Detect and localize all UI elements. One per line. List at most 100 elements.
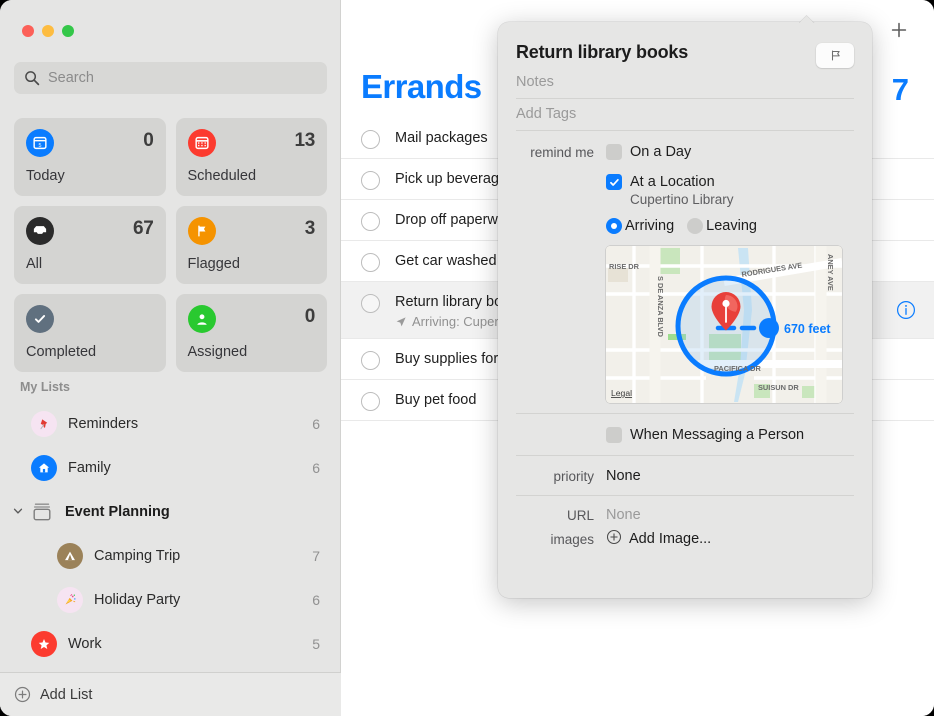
radio-arriving-label: Arriving xyxy=(625,218,675,234)
minimize-window-button[interactable] xyxy=(42,25,54,37)
smart-list-count: 0 xyxy=(143,130,154,151)
add-list-label: Add List xyxy=(40,686,93,703)
search-field-container[interactable] xyxy=(14,62,327,94)
location-value[interactable]: Cupertino Library xyxy=(630,192,854,207)
sidebar-item-work[interactable]: Work 5 xyxy=(0,622,340,666)
smart-list-label: Completed xyxy=(26,344,97,360)
at-a-location-row[interactable]: At a Location xyxy=(606,174,854,190)
flag-icon xyxy=(187,217,216,245)
priority-label: priority xyxy=(553,469,594,484)
priority-section[interactable]: priority None xyxy=(516,456,854,496)
sidebar-item-family[interactable]: Family 6 xyxy=(0,446,340,490)
sidebar-item-reminders[interactable]: Reminders 6 xyxy=(0,402,340,446)
info-circle-icon[interactable] xyxy=(896,300,916,320)
on-a-day-checkbox[interactable] xyxy=(606,144,622,160)
smart-list-count: 3 xyxy=(304,218,316,239)
smart-list-label: Today xyxy=(26,168,65,184)
at-a-location-checkbox[interactable] xyxy=(606,174,622,190)
remind-me-label: remind me xyxy=(530,145,594,160)
popover-pointer xyxy=(799,15,815,23)
star-icon xyxy=(31,631,57,657)
person-icon xyxy=(187,305,216,333)
trigger-radio-group: Arriving Leaving xyxy=(606,218,854,234)
tent-icon xyxy=(57,543,83,569)
today-calendar-icon: 5 xyxy=(26,129,54,157)
complete-circle-checkbox[interactable] xyxy=(361,351,380,370)
smart-list-assigned[interactable]: 0 Assigned xyxy=(175,294,327,372)
pushpin-emoji-icon xyxy=(31,411,57,437)
smart-list-flagged[interactable]: 3 Flagged xyxy=(175,206,327,284)
search-icon xyxy=(24,70,40,86)
popover-title: Return library books xyxy=(516,42,689,62)
when-messaging-section: When Messaging a Person xyxy=(516,414,854,456)
add-list-button[interactable]: Add List xyxy=(0,672,341,716)
location-map[interactable]: RISE DR RODRIGUES AVE PACIFICA DR SUISUN… xyxy=(606,246,842,403)
page-item-count: 7 xyxy=(891,72,909,107)
smart-list-count: 0 xyxy=(304,306,316,327)
smart-list-count: 67 xyxy=(132,218,154,239)
inbox-tray-icon xyxy=(26,217,54,245)
complete-circle-checkbox[interactable] xyxy=(361,294,380,313)
priority-value[interactable]: None xyxy=(606,468,641,484)
sidebar-item-label: Holiday Party xyxy=(94,592,181,608)
smart-list-scheduled[interactable]: 13 Scheduled xyxy=(175,118,327,196)
my-lists-header: My Lists xyxy=(20,380,71,394)
radio-arriving[interactable]: Arriving xyxy=(606,218,674,234)
complete-circle-checkbox[interactable] xyxy=(361,253,380,272)
flag-toggle-button[interactable] xyxy=(816,43,854,68)
add-image-button[interactable]: Add Image... xyxy=(606,529,711,549)
svg-text:ANEY AVE: ANEY AVE xyxy=(826,254,835,291)
radio-arriving-dot[interactable] xyxy=(606,218,622,234)
reminder-details-popover: Return library books Notes Add Tags remi… xyxy=(498,22,872,598)
scheduled-calendar-icon xyxy=(187,129,216,157)
sidebar: 5 0 Today 13 xyxy=(0,0,341,716)
sidebar-item-count: 6 xyxy=(312,460,320,476)
svg-text:RISE DR: RISE DR xyxy=(609,262,640,271)
search-input[interactable] xyxy=(48,70,317,86)
images-section: images Add Image... xyxy=(516,526,854,549)
notes-field[interactable]: Notes xyxy=(516,68,854,99)
complete-circle-checkbox[interactable] xyxy=(361,212,380,231)
party-popper-emoji-icon xyxy=(57,587,83,613)
svg-text:SUISUN DR: SUISUN DR xyxy=(758,383,799,392)
url-value[interactable]: None xyxy=(606,507,641,523)
url-label: URL xyxy=(566,508,594,523)
smart-list-completed[interactable]: Completed xyxy=(14,294,166,372)
complete-circle-checkbox[interactable] xyxy=(361,130,380,149)
radio-leaving[interactable]: Leaving xyxy=(687,218,757,234)
user-lists: Reminders 6 Family 6 Event Planning Camp… xyxy=(0,402,340,672)
reminder-title: Buy pet food xyxy=(395,392,477,408)
tags-field[interactable]: Add Tags xyxy=(516,99,854,131)
complete-circle-checkbox[interactable] xyxy=(361,171,380,190)
sidebar-item-count: 6 xyxy=(312,416,320,432)
when-messaging-checkbox[interactable] xyxy=(606,427,622,443)
sidebar-item-label: Reminders xyxy=(68,416,139,432)
sidebar-item-holiday-party[interactable]: Holiday Party 6 xyxy=(0,578,340,622)
smart-list-label: Scheduled xyxy=(187,168,257,184)
reminder-title: Pick up beverages xyxy=(395,171,515,187)
on-a-day-row[interactable]: On a Day xyxy=(606,144,854,160)
on-a-day-label: On a Day xyxy=(630,144,692,160)
sidebar-group-label: Event Planning xyxy=(65,504,170,520)
sidebar-item-count: 5 xyxy=(312,636,320,652)
maximize-window-button[interactable] xyxy=(62,25,74,37)
when-messaging-row[interactable]: When Messaging a Person xyxy=(606,427,854,443)
when-messaging-label: When Messaging a Person xyxy=(630,427,805,443)
add-reminder-button[interactable] xyxy=(887,18,911,42)
smart-list-today[interactable]: 5 0 Today xyxy=(14,118,166,196)
complete-circle-checkbox[interactable] xyxy=(361,392,380,411)
plus-circle-icon xyxy=(14,686,31,703)
close-window-button[interactable] xyxy=(22,25,34,37)
sidebar-item-count: 7 xyxy=(312,548,320,564)
svg-text:PACIFICA DR: PACIFICA DR xyxy=(714,364,761,373)
sidebar-item-camping-trip[interactable]: Camping Trip 7 xyxy=(0,534,340,578)
smart-list-all[interactable]: 67 All xyxy=(14,206,166,284)
url-section[interactable]: URL None xyxy=(516,496,854,526)
add-image-label: Add Image... xyxy=(629,531,712,547)
smart-list-label: Flagged xyxy=(187,256,240,272)
radio-leaving-dot[interactable] xyxy=(687,218,704,234)
sidebar-item-label: Work xyxy=(68,636,102,652)
sidebar-group-event-planning[interactable]: Event Planning xyxy=(0,490,340,534)
chevron-down-icon[interactable] xyxy=(10,505,26,520)
reminders-app-window: 5 0 Today 13 xyxy=(0,0,934,716)
